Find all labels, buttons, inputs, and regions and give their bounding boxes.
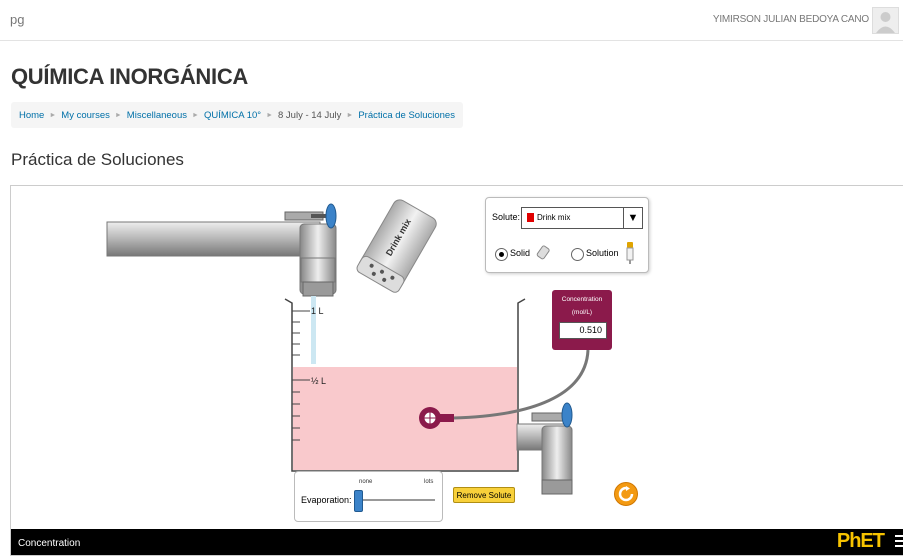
dropper-icon bbox=[626, 242, 634, 264]
breadcrumb-home[interactable]: Home bbox=[19, 110, 44, 121]
course-heading: QUÍMICA INORGÁNICA bbox=[11, 64, 248, 89]
solid-label: Solid bbox=[510, 248, 531, 258]
drain-faucet[interactable] bbox=[516, 402, 573, 495]
top-navbar: pg YIMIRSON JULIAN BEDOYA CANO bbox=[0, 0, 903, 41]
avatar[interactable] bbox=[872, 7, 899, 34]
breadcrumb-separator-icon: ► bbox=[192, 111, 199, 119]
evaporation-panel: Evaporation: none lots bbox=[294, 471, 443, 522]
meter-value: 0.510 bbox=[559, 322, 607, 339]
page-title: Práctica de Soluciones bbox=[11, 150, 184, 169]
remove-solute-button[interactable]: Remove Solute bbox=[453, 487, 515, 503]
reset-icon bbox=[618, 486, 634, 502]
breadcrumb-separator-icon: ► bbox=[346, 111, 354, 119]
solution-radio[interactable] bbox=[571, 248, 584, 261]
sim-bottom-bar: Concentration PhET bbox=[11, 529, 903, 555]
breadcrumb-separator-icon: ► bbox=[266, 111, 273, 119]
solute-panel: Solute: Drink mix ▼ Solid Solution bbox=[485, 197, 649, 273]
evaporation-min-label: none bbox=[359, 479, 373, 485]
solute-combo-box[interactable]: Drink mix ▼ bbox=[521, 207, 643, 229]
meter-title: Concentration bbox=[561, 296, 603, 303]
meter-unit: (mol/L) bbox=[571, 309, 593, 316]
breadcrumb-separator-icon: ► bbox=[114, 111, 122, 119]
site-brand[interactable]: pg bbox=[10, 12, 24, 27]
solute-color-swatch bbox=[527, 213, 534, 222]
beaker-mark-full: 1 L bbox=[311, 306, 324, 316]
shaker[interactable]: Drink mix bbox=[355, 197, 439, 294]
evaporation-slider-thumb[interactable] bbox=[354, 490, 363, 512]
user-avatar-icon bbox=[876, 12, 895, 33]
solution-label: Solution bbox=[586, 248, 619, 258]
simulation-scene: Drink mix 1 L ½ L bbox=[106, 197, 590, 495]
simulation-name: Concentration bbox=[18, 538, 81, 549]
evaporation-max-label: lots bbox=[424, 479, 434, 485]
beaker-mark-half: ½ L bbox=[311, 376, 326, 386]
breadcrumb-miscellaneous[interactable]: Miscellaneous bbox=[127, 110, 187, 121]
solid-radio[interactable] bbox=[495, 248, 508, 261]
user-name[interactable]: YIMIRSON JULIAN BEDOYA CANO bbox=[713, 14, 869, 25]
breadcrumb-week: 8 July - 14 July bbox=[278, 109, 342, 121]
solute-selected: Drink mix bbox=[537, 213, 571, 222]
simulation-frame[interactable]: Drink mix 1 L ½ L Solute: Drink mix ▼ So… bbox=[10, 185, 903, 556]
solution bbox=[293, 367, 517, 470]
concentration-meter[interactable]: Concentration (mol/L) 0.510 bbox=[552, 290, 612, 350]
breadcrumb-course[interactable]: QUÍMICA 10° bbox=[204, 110, 261, 121]
evaporation-label: Evaporation: bbox=[301, 495, 352, 505]
breadcrumb-activity[interactable]: Práctica de Soluciones bbox=[358, 110, 455, 121]
reset-all-button[interactable] bbox=[614, 482, 638, 506]
solute-label: Solute: bbox=[492, 212, 521, 222]
breadcrumb-my-courses[interactable]: My courses bbox=[61, 110, 110, 121]
input-faucet[interactable] bbox=[106, 203, 337, 297]
breadcrumb-separator-icon: ► bbox=[49, 111, 57, 119]
breadcrumb: Home ► My courses ► Miscellaneous ► QUÍM… bbox=[11, 102, 463, 128]
menu-icon[interactable] bbox=[895, 535, 903, 549]
solid-icon bbox=[536, 245, 550, 260]
phet-logo[interactable]: PhET bbox=[837, 530, 885, 553]
dropdown-arrow-icon[interactable]: ▼ bbox=[623, 208, 642, 228]
evaporation-slider-track[interactable] bbox=[357, 499, 435, 501]
